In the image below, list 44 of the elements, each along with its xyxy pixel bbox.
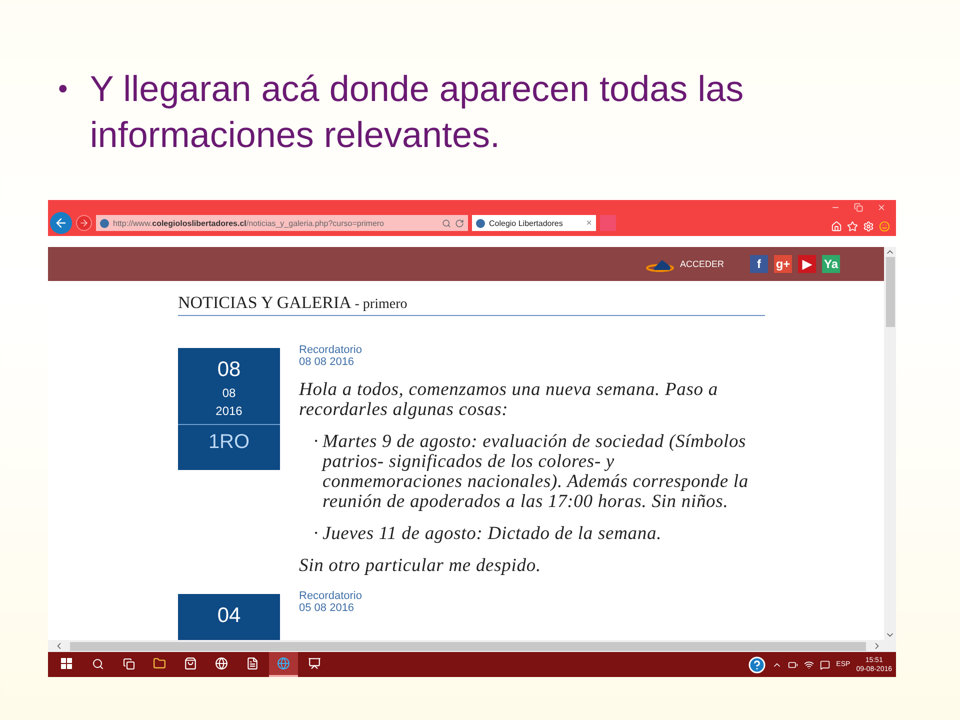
scroll-thumb[interactable] — [70, 642, 866, 650]
tab-close[interactable]: × — [586, 218, 592, 228]
login-link[interactable]: ACCEDER — [646, 256, 724, 272]
page-heading: NOTICIAS Y GALERIA - primero — [178, 293, 765, 316]
social-link[interactable]: g+ — [774, 255, 792, 273]
horizontal-scrollbar[interactable] — [48, 640, 896, 652]
social-link[interactable]: ▶ — [798, 255, 816, 273]
site-icon — [476, 218, 485, 228]
post-date: 08 08 2016 — [299, 356, 356, 368]
scroll-thumb[interactable] — [886, 257, 894, 327]
help-icon[interactable] — [748, 656, 766, 674]
battery-icon[interactable] — [788, 660, 798, 670]
date-year: 2016 — [216, 404, 242, 418]
post-text: Hola a todos, comenzamos una nueva semana. Paso a recordarles algunas cosas: — [299, 380, 719, 420]
post-category[interactable]: Recordatorio — [299, 590, 755, 602]
restore-icon[interactable] — [854, 203, 863, 212]
date-day: 08 — [217, 358, 241, 382]
site-icon — [100, 218, 109, 228]
browser-tab[interactable]: Colegio Libertadores × — [472, 215, 596, 231]
refresh-icon[interactable] — [455, 218, 464, 228]
bullet-icon: • — [58, 66, 68, 200]
bullet-icon: · — [313, 524, 320, 544]
date-month: 08 — [222, 386, 236, 400]
address-bar[interactable]: http://www.colegioloslibertadores.cl/noticias_y_galeria.php?curso=primero — [96, 215, 468, 231]
list-item-text: Jueves 11 de agosto: Dictado de la semana. — [322, 524, 662, 544]
social-link[interactable]: f — [750, 255, 768, 273]
home-icon[interactable] — [831, 221, 842, 232]
url-text: http://www.colegioloslibertadores.cl/noticias_y_galeria.php?curso=primero — [113, 218, 386, 228]
post-category[interactable]: Recordatorio — [299, 344, 755, 356]
course-label: 1RO — [178, 424, 280, 454]
back-button[interactable] — [50, 212, 72, 234]
close-icon[interactable] — [877, 203, 886, 212]
wifi-icon[interactable] — [804, 660, 814, 670]
star-icon[interactable] — [847, 221, 858, 232]
post-date: 05 08 2016 — [299, 602, 356, 614]
vertical-scrollbar[interactable] — [884, 247, 896, 640]
date-day: 04 — [217, 604, 241, 628]
settings-icon[interactable] — [863, 221, 874, 232]
slide-title: Y llegaran acá donde aparecen todas las informaciones relevantes. — [90, 67, 745, 157]
list-item-text: Martes 9 de agosto: evaluación de sociedad (Símbolos patrios- significados de los colores- y conmemoraciones nacionales). Además corresponde la reunión de apoderados a las 17:00 horas. Sin niños. — [322, 432, 750, 512]
notification-icon[interactable] — [820, 660, 830, 670]
arrow-right-icon — [79, 218, 89, 228]
bullet-icon: · — [313, 432, 320, 512]
post-text: Sin otro particular me despido. — [299, 556, 542, 576]
